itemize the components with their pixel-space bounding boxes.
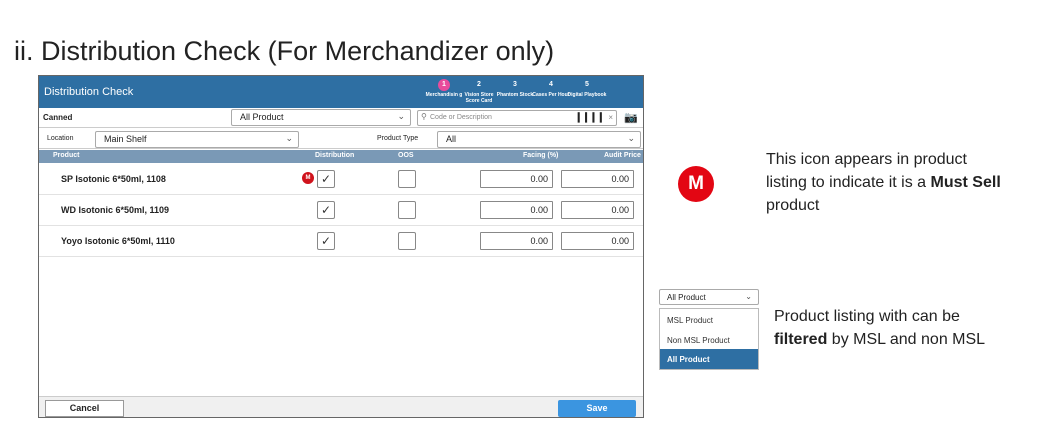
facing-input[interactable]: 0.00: [480, 232, 553, 250]
step-cases-per-hour[interactable]: 4 Cases Per Hour: [531, 79, 571, 98]
note-line: product: [766, 197, 820, 214]
step-label: Merchandisin g: [425, 92, 463, 98]
product-type-select[interactable]: All ⌄: [437, 131, 641, 148]
table-header: Product Distribution OOS Facing (%) Audi…: [39, 150, 643, 163]
location-label: Location: [47, 135, 74, 142]
search-icon: ⚲: [421, 112, 427, 121]
step-phantom-stock[interactable]: 3 Phantom Stock: [495, 79, 535, 98]
dropdown-value: All Product: [667, 293, 706, 302]
filter-note: Product listing with can be filtered by …: [774, 305, 1059, 351]
note-emphasis: filtered: [774, 331, 828, 348]
step-digital-playbook[interactable]: 5 Digital Playbook: [567, 79, 607, 98]
must-sell-icon: M: [678, 166, 714, 202]
oos-checkbox[interactable]: [398, 170, 416, 188]
note-emphasis: Must Sell: [930, 174, 1001, 191]
location-value: Main Shelf: [104, 134, 147, 144]
filter-row-location: Location Main Shelf ⌄ Product Type All ⌄: [39, 129, 643, 149]
product-filter-value: All Product: [240, 112, 284, 122]
option-msl-product[interactable]: MSL Product: [660, 310, 758, 330]
table-row: SP Isotonic 6*50ml, 1108 M ✓ 0.00 0.00: [39, 164, 643, 195]
column-distribution: Distribution: [315, 152, 355, 159]
option-all-product[interactable]: All Product: [660, 349, 758, 369]
check-icon: ✓: [320, 234, 332, 248]
note-line: This icon appears in product: [766, 151, 967, 168]
column-facing: Facing (%): [523, 152, 559, 159]
page-heading: ii. Distribution Check (For Merchandizer…: [14, 36, 555, 66]
step-number: 5: [585, 81, 589, 88]
window-title: Distribution Check: [44, 86, 134, 98]
must-sell-note: This icon appears in product listing to …: [766, 148, 1056, 217]
clear-icon[interactable]: ×: [608, 113, 613, 122]
distribution-checkbox[interactable]: ✓: [317, 170, 335, 188]
product-type-label: Product Type: [377, 135, 419, 142]
step-label: Phantom Stock: [496, 92, 534, 98]
title-bar: Distribution Check 1 Merchandisin g 2 Vi…: [39, 76, 643, 108]
column-audit-price: Audit Price: [604, 152, 641, 159]
column-oos: OOS: [398, 152, 414, 159]
column-product: Product: [53, 152, 80, 159]
cancel-button[interactable]: Cancel: [45, 400, 124, 417]
camera-icon[interactable]: 📷: [624, 111, 638, 124]
chevron-down-icon: ⌄: [627, 133, 635, 143]
chevron-down-icon: ⌄: [745, 292, 752, 301]
oos-checkbox[interactable]: [398, 232, 416, 250]
product-name: Yoyo Isotonic 6*50ml, 1110: [61, 236, 175, 246]
step-merchandising[interactable]: 1 Merchandisin g: [424, 79, 464, 98]
chevron-down-icon: ⌄: [285, 133, 293, 143]
audit-price-input[interactable]: 0.00: [561, 201, 634, 219]
table-row: Yoyo Isotonic 6*50ml, 1110 ✓ 0.00 0.00: [39, 226, 643, 257]
facing-input[interactable]: 0.00: [480, 170, 553, 188]
note-line: filtered by MSL and non MSL: [774, 328, 1059, 351]
dropdown-selected[interactable]: All Product ⌄: [659, 289, 759, 305]
audit-price-input[interactable]: 0.00: [561, 170, 634, 188]
step-number: 3: [513, 81, 517, 88]
save-button[interactable]: Save: [558, 400, 636, 417]
note-text: listing to indicate it is a: [766, 174, 931, 191]
audit-price-input[interactable]: 0.00: [561, 232, 634, 250]
location-select[interactable]: Main Shelf ⌄: [95, 131, 299, 148]
distribution-checkbox[interactable]: ✓: [317, 232, 335, 250]
step-number: 2: [477, 81, 481, 88]
product-name: SP Isotonic 6*50ml, 1108: [61, 174, 166, 184]
check-icon: ✓: [320, 172, 332, 186]
distribution-checkbox[interactable]: ✓: [317, 201, 335, 219]
chevron-down-icon: ⌄: [397, 111, 405, 121]
canned-label: Canned: [43, 113, 73, 122]
must-sell-badge-icon: M: [302, 172, 314, 184]
filter-row-canned: Canned All Product ⌄ ⚲ Code or Descripti…: [39, 108, 643, 128]
distribution-check-window: Distribution Check 1 Merchandisin g 2 Vi…: [38, 75, 644, 418]
footer-bar: Cancel Save: [39, 396, 643, 417]
option-non-msl-product[interactable]: Non MSL Product: [660, 330, 758, 350]
step-vision-store-score-card[interactable]: 2 Vision Store Score Card: [459, 79, 499, 104]
check-icon: ✓: [320, 203, 332, 217]
search-input[interactable]: ⚲ Code or Description ❙❙❙❙ ×: [417, 110, 617, 126]
step-label: Vision Store Score Card: [464, 92, 494, 104]
step-label: Digital Playbook: [567, 92, 607, 98]
dropdown-options: MSL Product Non MSL Product All Product: [659, 308, 759, 370]
table-row: WD Isotonic 6*50ml, 1109 ✓ 0.00 0.00: [39, 195, 643, 226]
product-filter-select[interactable]: All Product ⌄: [231, 109, 411, 126]
note-line: listing to indicate it is a Must Sell: [766, 171, 1056, 194]
step-label: Cases Per Hour: [532, 92, 570, 98]
step-number: 4: [549, 81, 553, 88]
barcode-icon[interactable]: ❙❙❙❙: [574, 112, 604, 123]
product-name: WD Isotonic 6*50ml, 1109: [61, 205, 170, 215]
step-number: 1: [438, 79, 450, 91]
note-line: Product listing with can be: [774, 308, 960, 325]
facing-input[interactable]: 0.00: [480, 201, 553, 219]
search-placeholder: Code or Description: [430, 114, 492, 121]
note-text: by MSL and non MSL: [827, 331, 986, 348]
oos-checkbox[interactable]: [398, 201, 416, 219]
product-type-value: All: [446, 134, 457, 144]
